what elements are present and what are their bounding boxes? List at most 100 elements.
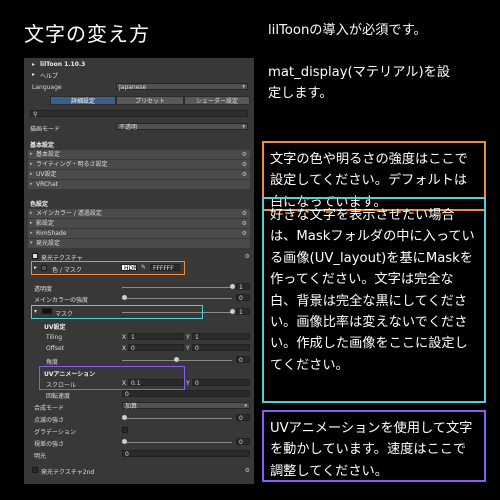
offset-y-value: 0 xyxy=(195,345,199,352)
main-color-strength-value: 0 xyxy=(239,295,243,302)
scroll-y-input[interactable]: 0 xyxy=(192,379,250,387)
gear-icon[interactable]: ⚙ xyxy=(242,229,247,238)
foldout-emission[interactable]: ▾ 発光設定 xyxy=(28,239,250,248)
gear-icon[interactable]: ⚙ xyxy=(242,160,247,169)
blend-mode-select[interactable]: 加算 ▾ xyxy=(122,402,250,410)
angle-slider-knob[interactable] xyxy=(174,357,179,362)
fold-arrow-icon: ▸ xyxy=(30,230,33,236)
fold-arrow-icon: ▸ xyxy=(30,181,33,187)
foldout-label: 発光設定 xyxy=(36,240,61,247)
gradation-label: グラデーション xyxy=(34,429,76,436)
render-mode-select[interactable]: 不透明 ▾ xyxy=(116,123,248,131)
gear-icon[interactable]: ⚙ xyxy=(245,466,250,475)
gear-icon[interactable]: ⚙ xyxy=(245,252,250,261)
fold-arrow-icon: ▾ xyxy=(30,240,33,246)
fold-arrow-icon: ▸ xyxy=(30,210,33,216)
angle-value: 0 xyxy=(239,357,243,364)
gear-icon[interactable]: ⚙ xyxy=(242,150,247,159)
chevron-down-icon: ▾ xyxy=(242,124,245,130)
emission2-checkbox[interactable] xyxy=(32,467,38,473)
search-icon: ⚲ xyxy=(33,111,38,118)
opacity-value-field[interactable]: 1 xyxy=(236,283,250,291)
foldout-label: ライティング・明るさ設定 xyxy=(36,161,108,168)
page-title: 文字の変え方 xyxy=(24,22,150,46)
color-highlight-frame xyxy=(31,261,185,275)
note-mat-display: mat_display(マテリアル)を設 定します。 xyxy=(268,62,490,105)
parallax-strength-value: 0 xyxy=(239,439,243,446)
uv-animation-highlight-frame xyxy=(39,366,185,390)
offset-label: Offset xyxy=(46,345,65,352)
foldout-shadow[interactable]: ▸ 影設定 ⚙ xyxy=(28,219,250,228)
tiling-x-label: X xyxy=(122,334,127,341)
gradation-checkbox[interactable] xyxy=(122,427,128,433)
uv-animation-note-text: UVアニメーションを使用して文字を動かしています。速度はここで調整してください。 xyxy=(270,421,473,479)
foldout-uv[interactable]: ▸ UV設定 ⚙ xyxy=(28,170,250,179)
opacity-value: 1 xyxy=(239,284,243,291)
offset-x-input[interactable]: 0 xyxy=(128,344,184,352)
mask-highlight-frame xyxy=(31,305,203,319)
foldout-rimshade[interactable]: ▸ RimShade ⚙ xyxy=(28,229,250,238)
offset-x-label: X xyxy=(122,345,127,352)
foldout-label: 影設定 xyxy=(36,220,55,227)
mask-slider-knob[interactable] xyxy=(230,309,235,314)
gear-icon[interactable]: ⚙ xyxy=(242,219,247,228)
language-select[interactable]: Japanese ▾ xyxy=(116,83,248,91)
scroll-y-value: 0 xyxy=(195,380,199,387)
main-color-strength-slider[interactable] xyxy=(122,298,232,299)
angle-value-field[interactable]: 0 xyxy=(236,356,250,364)
tab-shader-settings[interactable]: シェーダー設定 xyxy=(184,96,250,105)
rotation-speed-input[interactable]: 0 xyxy=(122,390,250,398)
fold-arrow-icon[interactable]: ▸ xyxy=(32,61,35,68)
chevron-down-icon: ▾ xyxy=(242,84,245,90)
search-input[interactable]: ⚲ xyxy=(30,110,248,118)
fold-arrow-icon[interactable]: ▸ xyxy=(32,71,35,78)
tiling-x-input[interactable]: 1 xyxy=(128,333,184,341)
render-mode-label: 描画モード xyxy=(30,126,61,133)
main-color-strength-label: メインカラーの強度 xyxy=(34,297,89,304)
foldout-label: RimShade xyxy=(36,230,67,237)
note-mat-display-line1: mat_display(マテリアル)を設 xyxy=(268,65,450,80)
rotation-speed-value: 0 xyxy=(125,391,129,398)
angle-label: 角度 xyxy=(46,359,59,366)
blink-strength-field[interactable]: 0 xyxy=(236,414,250,422)
glow-input[interactable]: 0 xyxy=(122,450,250,458)
rotation-speed-label: 回転速度 xyxy=(46,393,71,400)
uv-animation-note-box: UVアニメーションを使用して文字を動かしています。速度はここで調整してください。 xyxy=(262,410,486,482)
gear-icon[interactable]: ⚙ xyxy=(242,209,247,218)
basic-settings-header: 基本設定 xyxy=(30,142,55,149)
main-color-strength-knob[interactable] xyxy=(122,295,127,300)
opacity-slider-knob[interactable] xyxy=(230,284,235,289)
tab-presets[interactable]: プリセット xyxy=(116,96,184,105)
chevron-down-icon: ▾ xyxy=(244,403,247,409)
tab-bar: 詳細設定 プリセット シェーダー設定 xyxy=(50,96,250,105)
mask-note-box: 好きな文字を表示させたい場合は、Maskフォルダの中に入っている画像(UV_la… xyxy=(262,197,486,403)
foldout-label: メインカラー / 透過設定 xyxy=(36,210,102,217)
offset-y-label: Y xyxy=(186,345,190,352)
gear-icon[interactable]: ⚙ xyxy=(242,170,247,179)
foldout-main-color[interactable]: ▸ メインカラー / 透過設定 ⚙ xyxy=(28,209,250,218)
tiling-y-label: Y xyxy=(186,334,190,341)
fold-arrow-icon: ▸ xyxy=(30,171,33,177)
mask-value-field[interactable]: 1 xyxy=(236,308,250,316)
offset-y-input[interactable]: 0 xyxy=(192,344,250,352)
version-label: lilToon 1.10.3 xyxy=(40,61,86,68)
foldout-basic[interactable]: ▸ 基本設定 ⚙ xyxy=(28,150,250,159)
parallax-strength-slider[interactable] xyxy=(122,442,232,443)
tiling-y-value: 1 xyxy=(195,334,199,341)
blink-strength-knob[interactable] xyxy=(122,415,127,420)
tab-details[interactable]: 詳細設定 xyxy=(50,96,116,105)
help-foldout[interactable]: ヘルプ xyxy=(40,71,58,80)
parallax-strength-knob[interactable] xyxy=(122,439,127,444)
foldout-lighting[interactable]: ▸ ライティング・明るさ設定 ⚙ xyxy=(28,160,250,169)
note-mat-display-line2: 定します。 xyxy=(268,86,333,102)
foldout-label: 基本設定 xyxy=(36,151,61,158)
material-inspector-panel: ▸ lilToon 1.10.3 ▸ ヘルプ Language Japanese… xyxy=(24,58,254,484)
main-color-strength-field[interactable]: 0 xyxy=(236,294,250,302)
foldout-vrchat[interactable]: ▸ VRChat xyxy=(28,180,250,189)
emission-texture-checkbox[interactable] xyxy=(32,253,38,259)
opacity-slider[interactable] xyxy=(122,287,232,288)
blink-strength-label: 点滅の強さ xyxy=(34,417,65,424)
tiling-y-input[interactable]: 1 xyxy=(192,333,250,341)
parallax-strength-field[interactable]: 0 xyxy=(236,438,250,446)
blink-strength-slider[interactable] xyxy=(122,418,232,419)
